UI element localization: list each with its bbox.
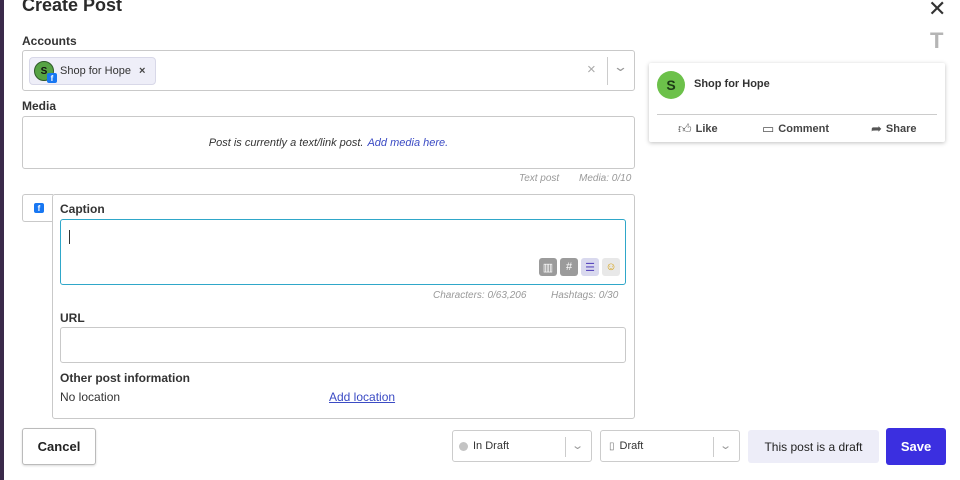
caption-toolbar: ▥ # ☰ ☺ (539, 258, 620, 276)
preview-like-label: Like (695, 123, 718, 135)
preview-comment[interactable]: ▭ Comment (762, 121, 829, 137)
preview-like[interactable]: 👍︎ Like (678, 121, 718, 137)
background-edge (0, 0, 4, 480)
url-input[interactable] (60, 327, 626, 363)
hashtag-count: Hashtags: 0/30 (551, 290, 619, 301)
preview-avatar: S (657, 71, 685, 99)
account-chip-label: Shop for Hope (60, 65, 131, 77)
text-format-icon[interactable]: T (930, 28, 943, 54)
library-icon[interactable]: ▥ (539, 258, 557, 276)
facebook-icon: f (47, 73, 57, 83)
status-select-value: In Draft (473, 440, 510, 452)
comment-icon[interactable]: ☰ (581, 258, 599, 276)
comment-icon: ▭ (762, 121, 775, 136)
facebook-icon: f (34, 203, 44, 213)
accounts-select[interactable]: S f Shop for Hope × × ⌄ (22, 50, 635, 91)
network-tab-facebook[interactable]: f (22, 194, 53, 222)
save-button[interactable]: Save (886, 428, 946, 465)
accounts-label: Accounts (22, 34, 77, 48)
share-icon: ➦ (871, 121, 882, 136)
status-dot (459, 441, 468, 451)
close-icon[interactable]: ✕ (928, 0, 946, 20)
preview-share-label: Share (885, 123, 917, 135)
chevron-down-icon[interactable]: ⌄ (613, 59, 628, 75)
media-label: Media (22, 99, 57, 113)
preview-comment-label: Comment (778, 123, 830, 135)
select-divider (713, 437, 714, 457)
other-info-label: Other post information (60, 371, 190, 385)
cancel-button[interactable]: Cancel (22, 428, 96, 465)
status-select[interactable]: In Draft ⌄ (452, 430, 592, 462)
document-icon: ▯ (609, 440, 615, 452)
draft-select-value: Draft (619, 440, 644, 452)
media-count: Media: 0/10 (579, 173, 632, 184)
add-location-link[interactable]: Add location (329, 390, 395, 404)
select-divider (607, 57, 608, 85)
character-count: Characters: 0/63,206 (433, 290, 527, 301)
location-value: No location (60, 390, 121, 404)
add-media-link[interactable]: Add media here. (367, 137, 448, 149)
account-avatar: S f (34, 61, 57, 83)
account-chip: S f Shop for Hope × (29, 57, 156, 85)
preview-share[interactable]: ➦ Share (871, 121, 916, 137)
preview-account-name: Shop for Hope (694, 78, 770, 90)
media-dropzone[interactable]: Post is currently a text/link post. Add … (22, 116, 635, 169)
emoji-icon[interactable]: ☺ (602, 258, 620, 276)
chevron-down-icon: ⌄ (719, 440, 733, 452)
preview-divider (657, 114, 937, 115)
remove-account-button[interactable]: × (139, 65, 145, 77)
hashtag-icon[interactable]: # (560, 258, 578, 276)
url-label: URL (60, 311, 85, 325)
post-type-text: Text post (519, 173, 560, 184)
clear-accounts-button[interactable]: × (587, 61, 596, 78)
text-cursor (69, 230, 70, 244)
draft-select[interactable]: ▯ Draft ⌄ (600, 430, 740, 462)
like-icon: 👍︎ (678, 121, 692, 136)
post-preview-card: S Shop for Hope 👍︎ Like ▭ Comment ➦ Shar… (649, 63, 945, 142)
caption-label: Caption (60, 202, 105, 216)
caption-textarea[interactable]: ▥ # ☰ ☺ (60, 219, 626, 285)
draft-status-note: This post is a draft (748, 430, 879, 463)
select-divider (565, 437, 566, 457)
modal-title: Create Post (22, 0, 123, 15)
media-message: Post is currently a text/link post. (208, 136, 364, 149)
chevron-down-icon: ⌄ (571, 440, 585, 452)
